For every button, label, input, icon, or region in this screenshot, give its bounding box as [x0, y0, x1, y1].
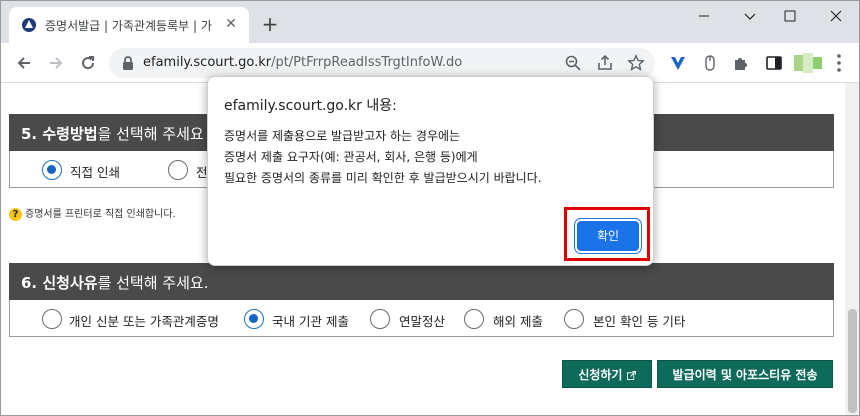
dialog-message-line-3: 필요한 증명서의 종류를 미리 확인한 후 발급받으시기 바랍니다.: [224, 171, 542, 185]
ok-button[interactable]: 확인: [577, 221, 639, 251]
dialog-title: efamily.scourt.go.kr 내용:: [224, 98, 397, 114]
vpn-extension-icon[interactable]: [669, 54, 687, 72]
radio-year-end-tax[interactable]: [370, 309, 390, 329]
dialog-message-line-2: 증명서 제출 요구자(예: 관공서, 회사, 은행 등)에게: [224, 150, 478, 164]
puzzle-extensions-icon[interactable]: [732, 54, 750, 72]
forward-arrow-icon[interactable]: [43, 50, 69, 76]
section-5-title-rest: 을 선택해 주세요: [97, 125, 204, 143]
mouse-extension-icon[interactable]: [701, 54, 719, 72]
url-domain: efamily.scourt.go.kr: [143, 55, 272, 70]
profile-avatar-icon[interactable]: [794, 53, 822, 73]
section-6-header: 6. 신청사유를 선택해 주세요.: [9, 263, 834, 300]
radio-other[interactable]: [564, 309, 584, 329]
minimize-icon[interactable]: [681, 1, 727, 33]
url-path: /pt/PtFrrpReadIssTrgtInfoW.do: [271, 55, 463, 70]
tab-strip: 증명서발급 | 가족관계등록부 | 가 ✕ +: [1, 1, 859, 43]
section-5-title-bold: 5. 수령방법: [21, 125, 98, 143]
tab-title: 증명서발급 | 가족관계등록부 | 가: [45, 19, 212, 33]
radio-label-year-end-tax[interactable]: 연말정산: [399, 311, 445, 330]
url-text[interactable]: efamily.scourt.go.kr/pt/PtFrrpReadIssTrg…: [143, 55, 462, 70]
section-6-title: 6. 신청사유를 선택해 주세요.: [21, 272, 208, 293]
question-icon: ?: [9, 207, 22, 221]
radio-label-domestic-agency[interactable]: 국내 기관 제출: [272, 311, 349, 330]
browser-tab[interactable]: 증명서발급 | 가족관계등록부 | 가 ✕: [9, 7, 249, 43]
address-bar[interactable]: efamily.scourt.go.kr/pt/PtFrrpReadIssTrg…: [109, 48, 655, 78]
radio-label-option-2[interactable]: 전: [196, 162, 208, 181]
alert-dialog: efamily.scourt.go.kr 내용: 증명서를 제출용으로 발급받고…: [207, 76, 654, 266]
apply-button[interactable]: 신청하기: [562, 360, 652, 388]
radio-overseas[interactable]: [464, 309, 484, 329]
radio-label-overseas[interactable]: 해외 제출: [493, 311, 543, 330]
issue-history-button[interactable]: 발급이력 및 아포스티유 전송: [657, 360, 833, 388]
kebab-menu-icon[interactable]: [835, 52, 843, 74]
info-note: ? 증명서를 프린터로 직접 인쇄합니다.: [9, 205, 176, 221]
browser-window: 증명서발급 | 가족관계등록부 | 가 ✕ + efamily.scourt.g…: [0, 0, 860, 416]
vertical-scrollbar[interactable]: [845, 83, 859, 415]
info-note-text: 증명서를 프린터로 직접 인쇄합니다.: [25, 209, 176, 220]
radio-label-personal-id[interactable]: 개인 신분 또는 가족관계증명: [69, 311, 219, 330]
star-icon[interactable]: [627, 54, 645, 72]
section-6-title-rest: 를 선택해 주세요.: [97, 274, 209, 292]
share-icon[interactable]: [596, 54, 614, 72]
section-6-options: 개인 신분 또는 가족관계증명 국내 기관 제출 연말정산 해외 제출 본인 확…: [9, 300, 834, 337]
reload-icon[interactable]: [75, 50, 101, 76]
radio-domestic-agency[interactable]: [244, 309, 264, 329]
maximize-icon[interactable]: [767, 1, 813, 33]
side-panel-icon[interactable]: [765, 54, 783, 72]
court-emblem-icon: [22, 18, 36, 32]
radio-option-2[interactable]: [168, 160, 188, 180]
new-tab-icon[interactable]: +: [259, 14, 281, 36]
radio-personal-id[interactable]: [42, 309, 62, 329]
section-5-title: 5. 수령방법을 선택해 주세요: [21, 123, 204, 144]
lock-icon[interactable]: [121, 55, 135, 71]
section-6-title-bold: 6. 신청사유: [21, 274, 98, 292]
close-window-icon[interactable]: [813, 1, 859, 33]
tab-close-icon[interactable]: ✕: [223, 16, 239, 32]
dialog-message-line-1: 증명서를 제출용으로 발급받고자 하는 경우에는: [224, 129, 461, 143]
scrollbar-thumb[interactable]: [848, 309, 857, 413]
radio-direct-print[interactable]: [42, 160, 62, 180]
new-window-icon: [626, 371, 636, 380]
radio-label-direct-print[interactable]: 직접 인쇄: [70, 162, 120, 181]
radio-label-other[interactable]: 본인 확인 등 기타: [593, 311, 685, 330]
zoom-icon[interactable]: [564, 54, 582, 72]
back-arrow-icon[interactable]: [11, 50, 37, 76]
apply-button-label: 신청하기: [578, 368, 623, 382]
